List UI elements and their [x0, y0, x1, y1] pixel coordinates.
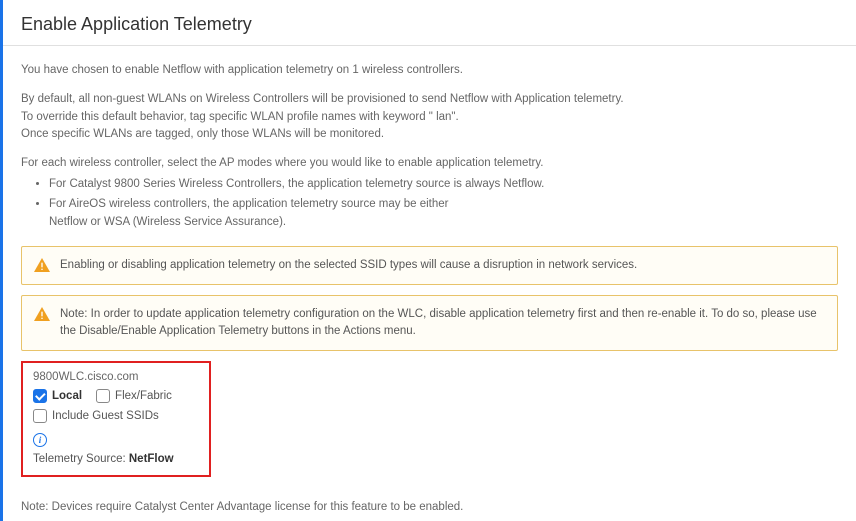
telemetry-source-label: Telemetry Source:: [33, 453, 129, 465]
warning-icon: [34, 258, 50, 272]
default-line-2: To override this default behavior, tag s…: [21, 111, 459, 123]
default-line-1: By default, all non-guest WLANs on Wirel…: [21, 93, 624, 105]
bullet-catalyst: For Catalyst 9800 Series Wireless Contro…: [49, 176, 838, 194]
telemetry-source-line: Telemetry Source: NetFlow: [33, 453, 199, 465]
telemetry-source-value: NetFlow: [129, 453, 174, 465]
checkbox-flex-fabric[interactable]: Flex/Fabric: [96, 389, 172, 403]
page-header: Enable Application Telemetry: [3, 0, 856, 45]
page-title: Enable Application Telemetry: [21, 14, 838, 35]
page-container: Enable Application Telemetry You have ch…: [0, 0, 856, 521]
checkbox-local[interactable]: Local: [33, 389, 82, 403]
default-line-3: Once specific WLANs are tagged, only tho…: [21, 128, 384, 140]
warning-disruption-text: Enabling or disabling application teleme…: [60, 257, 637, 274]
bullet-aireos-line2: Netflow or WSA (Wireless Service Assuran…: [49, 216, 286, 228]
default-behavior-text: By default, all non-guest WLANs on Wirel…: [21, 91, 838, 143]
checkbox-flex-box: [96, 389, 110, 403]
checkbox-guest-label: Include Guest SSIDs: [52, 410, 159, 422]
info-icon[interactable]: i: [33, 433, 47, 447]
main-content: You have chosen to enable Netflow with a…: [3, 46, 856, 497]
warning-update-note-text: Note: In order to update application tel…: [60, 306, 825, 341]
bullet-aireos: For AireOS wireless controllers, the app…: [49, 196, 838, 232]
intro-text: You have chosen to enable Netflow with a…: [21, 62, 838, 79]
checkbox-local-box: [33, 389, 47, 403]
checkbox-include-guest[interactable]: Include Guest SSIDs: [33, 409, 159, 423]
license-note: Note: Devices require Catalyst Center Ad…: [3, 497, 856, 517]
ap-mode-row: Local Flex/Fabric: [33, 389, 199, 403]
bullet-aireos-line1: For AireOS wireless controllers, the app…: [49, 198, 448, 210]
guest-ssid-row: Include Guest SSIDs: [33, 409, 199, 423]
device-hostname: 9800WLC.cisco.com: [33, 371, 199, 383]
warning-update-note: Note: In order to update application tel…: [21, 295, 838, 352]
device-settings-box: 9800WLC.cisco.com Local Flex/Fabric Incl…: [21, 361, 211, 477]
warning-icon: [34, 307, 50, 321]
bullet-list: For Catalyst 9800 Series Wireless Contro…: [49, 176, 838, 231]
checkbox-local-label: Local: [52, 390, 82, 402]
warning-disruption: Enabling or disabling application teleme…: [21, 246, 838, 285]
checkbox-flex-label: Flex/Fabric: [115, 390, 172, 402]
instruction-text: For each wireless controller, select the…: [21, 155, 838, 172]
checkbox-guest-box: [33, 409, 47, 423]
